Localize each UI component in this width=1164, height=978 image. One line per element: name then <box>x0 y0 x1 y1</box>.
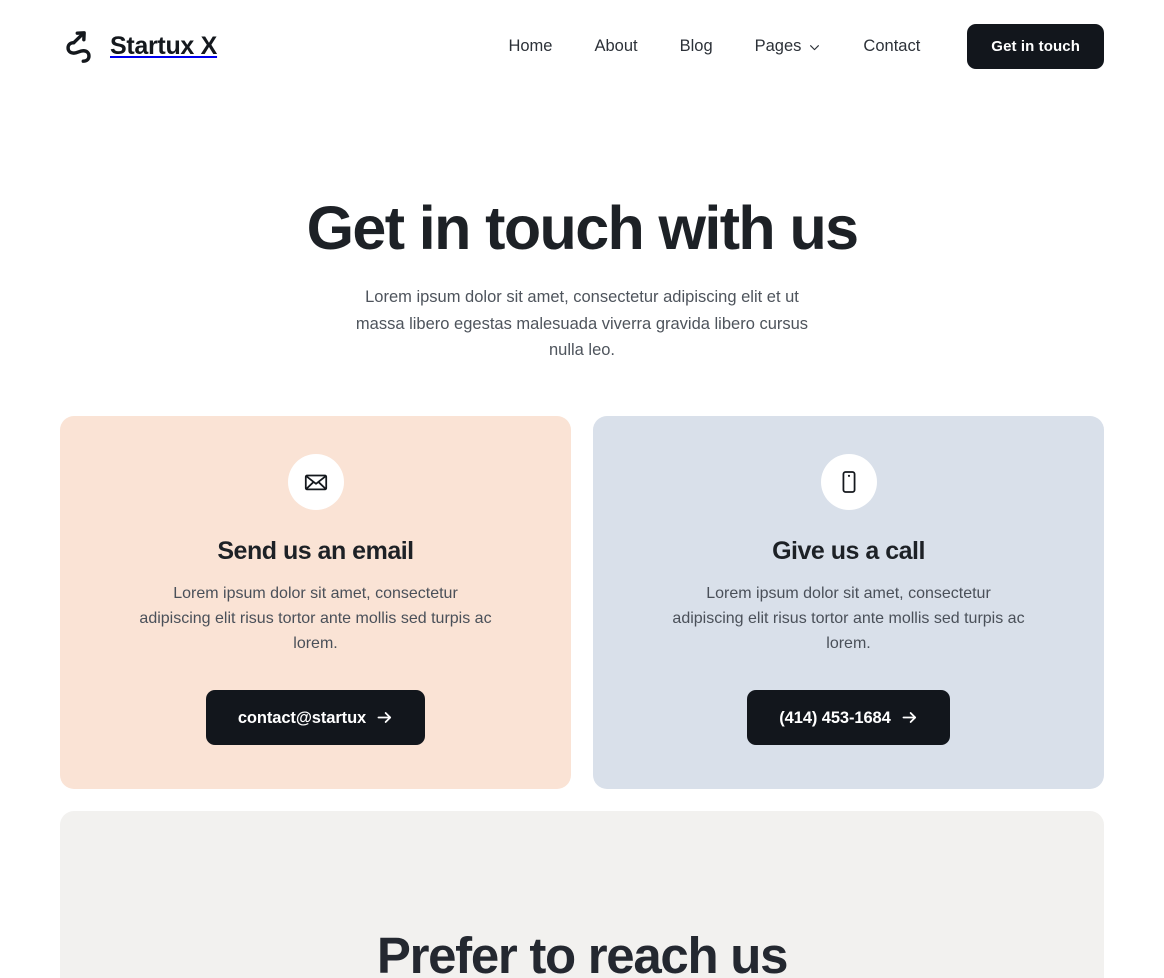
envelope-icon <box>303 469 329 495</box>
card-description: Lorem ipsum dolor sit amet, consectetur … <box>139 585 492 652</box>
hero-section: Get in touch with us Lorem ipsum dolor s… <box>0 92 1164 364</box>
chevron-down-icon <box>808 41 821 54</box>
hero-subtitle: Lorem ipsum dolor sit amet, consectetur … <box>355 287 809 360</box>
arrow-right-icon <box>376 709 393 726</box>
nav-label: Blog <box>679 36 713 55</box>
main-navigation: Home About Blog Pages Contact Get in tou… <box>487 23 1104 69</box>
phone-contact-button[interactable]: (414) 453-1684 <box>747 690 950 746</box>
nav-label: Contact <box>863 36 921 55</box>
nav-label: About <box>594 36 638 55</box>
nav-item-contact[interactable]: Contact <box>842 28 941 65</box>
email-contact-button[interactable]: contact@startux <box>205 690 426 746</box>
nav-item-blog[interactable]: Blog <box>659 28 734 65</box>
page-root: Startux X Home About Blog Pages Contact … <box>0 0 1164 978</box>
nav-item-about[interactable]: About <box>573 28 658 65</box>
nav-item-home[interactable]: Home <box>487 28 573 65</box>
get-in-touch-button[interactable]: Get in touch <box>967 23 1104 69</box>
direct-section-title: Prefer to reach us out directly? <box>100 929 1064 978</box>
arrow-right-icon <box>901 709 918 726</box>
nav-item-pages[interactable]: Pages <box>734 28 843 65</box>
card-description: Lorem ipsum dolor sit amet, consectetur … <box>672 585 1025 652</box>
nav-label: Home <box>508 36 553 55</box>
card-icon-badge <box>820 454 877 511</box>
startux-swirl-arrow-icon <box>60 27 98 65</box>
direct-title-line-1: Prefer to reach us <box>376 927 789 978</box>
email-contact-label: contact@startux <box>237 708 367 727</box>
contact-cards-row: Send us an email Lorem ipsum dolor sit a… <box>0 416 1164 790</box>
contact-card-phone: Give us a call Lorem ipsum dolor sit ame… <box>593 416 1104 790</box>
contact-card-email: Send us an email Lorem ipsum dolor sit a… <box>60 416 571 790</box>
site-header: Startux X Home About Blog Pages Contact … <box>0 0 1164 92</box>
brand-name: Startux X <box>110 31 218 60</box>
nav-list: Home About Blog Pages Contact <box>487 28 941 65</box>
reach-out-directly-section: Prefer to reach us out directly? Lorem i… <box>60 811 1104 978</box>
brand-logo[interactable]: Startux X <box>60 27 217 65</box>
card-title: Give us a call <box>772 537 925 566</box>
nav-label: Pages <box>754 36 802 55</box>
mobile-phone-icon <box>836 469 862 495</box>
card-title: Send us an email <box>217 537 414 566</box>
page-title: Get in touch with us <box>306 194 859 262</box>
phone-contact-label: (414) 453-1684 <box>779 708 891 727</box>
card-icon-badge <box>287 454 344 511</box>
